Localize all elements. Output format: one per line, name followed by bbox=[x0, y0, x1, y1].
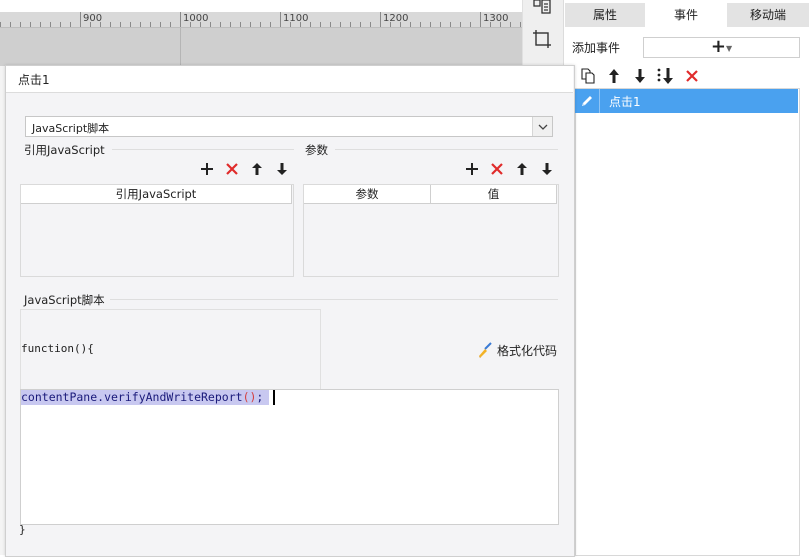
arrow-up-icon[interactable] bbox=[604, 66, 624, 86]
event-toolbar bbox=[575, 64, 798, 88]
function-close-text: } bbox=[19, 523, 26, 536]
event-list bbox=[575, 88, 800, 556]
add-event-label: 添加事件 bbox=[572, 41, 621, 55]
broom-icon bbox=[479, 342, 492, 358]
tab-mobile[interactable]: 移动端 bbox=[727, 3, 809, 27]
arrow-down-icon[interactable] bbox=[273, 160, 291, 178]
tab-events[interactable]: 事件 bbox=[645, 3, 727, 27]
event-item-label: 点击1 bbox=[609, 95, 641, 109]
horizontal-ruler: 900 1000 1100 1200 1300 bbox=[0, 12, 522, 28]
pencil-icon bbox=[575, 89, 600, 113]
frame-icon[interactable] bbox=[533, 30, 551, 48]
params-section-label: 参数 bbox=[305, 143, 328, 157]
ruler-label: 900 bbox=[83, 13, 103, 24]
add-icon[interactable] bbox=[463, 160, 481, 178]
arrow-up-icon[interactable] bbox=[248, 160, 266, 178]
copy-icon[interactable] bbox=[578, 66, 598, 86]
script-type-value: JavaScript脚本 bbox=[32, 122, 110, 135]
ref-js-table[interactable]: 引用JavaScript bbox=[20, 184, 294, 277]
move-bottom-icon[interactable] bbox=[656, 66, 676, 86]
canvas-top-strip bbox=[0, 0, 522, 12]
component-tree-icon[interactable] bbox=[533, 0, 551, 16]
canvas-widget-area bbox=[0, 28, 522, 66]
function-open-text: function(){ bbox=[21, 342, 94, 355]
tab-properties[interactable]: 属性 bbox=[565, 3, 645, 27]
text-caret bbox=[273, 390, 275, 405]
column-header: 值 bbox=[431, 185, 557, 204]
section-divider bbox=[112, 149, 294, 150]
arrow-up-icon[interactable] bbox=[513, 160, 531, 178]
ruler-label: 1200 bbox=[383, 13, 409, 24]
dialog-title-bar bbox=[6, 66, 573, 93]
format-code-button[interactable]: 格式化代码 bbox=[477, 341, 557, 359]
script-section-label: JavaScript脚本 bbox=[24, 293, 105, 307]
chevron-down-icon: ▼ bbox=[725, 44, 733, 53]
code-editor[interactable] bbox=[20, 389, 559, 525]
arrow-down-icon[interactable] bbox=[538, 160, 556, 178]
add-event-button[interactable]: +▼ bbox=[643, 37, 800, 58]
arrow-down-icon[interactable] bbox=[630, 66, 650, 86]
format-code-label: 格式化代码 bbox=[497, 343, 558, 358]
script-type-select[interactable]: JavaScript脚本 bbox=[25, 116, 553, 137]
dialog-title: 点击1 bbox=[18, 73, 50, 87]
section-divider bbox=[110, 299, 558, 300]
code-parens: () bbox=[242, 390, 257, 404]
ref-js-section-label: 引用JavaScript bbox=[24, 143, 105, 157]
params-table[interactable]: 参数 值 bbox=[303, 184, 559, 277]
delete-icon[interactable] bbox=[682, 66, 702, 86]
column-header: 参数 bbox=[304, 185, 431, 204]
ruler-ticks bbox=[0, 12, 521, 27]
section-divider bbox=[335, 149, 558, 150]
column-header: 引用JavaScript bbox=[21, 185, 292, 204]
ruler-label: 1300 bbox=[483, 13, 509, 24]
canvas-divider bbox=[180, 28, 181, 66]
plus-icon: + bbox=[710, 36, 726, 57]
delete-icon[interactable] bbox=[223, 160, 241, 178]
code-semicolon: ; bbox=[256, 390, 264, 404]
code-line: contentPane.verifyAndWriteReport(); bbox=[21, 390, 270, 405]
code-text: contentPane.verifyAndWriteReport bbox=[21, 390, 243, 404]
chevron-down-icon bbox=[532, 117, 552, 136]
ruler-label: 1100 bbox=[283, 13, 309, 24]
add-icon[interactable] bbox=[198, 160, 216, 178]
delete-icon[interactable] bbox=[488, 160, 506, 178]
ruler-label: 1000 bbox=[183, 13, 209, 24]
